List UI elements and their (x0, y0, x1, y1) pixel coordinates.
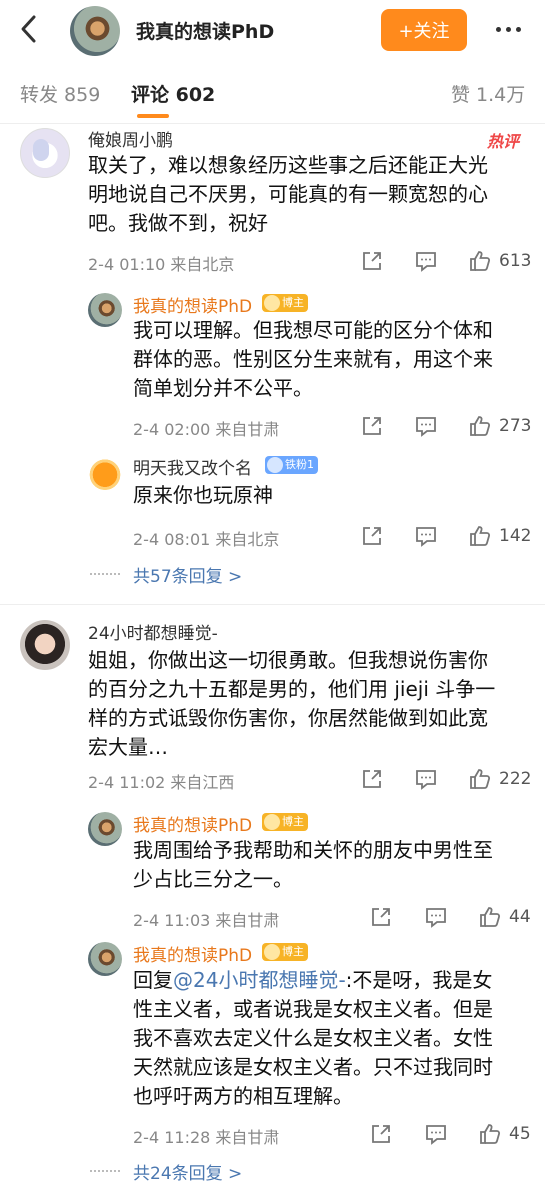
comment-button[interactable] (415, 250, 437, 272)
reply-text: 我周围给予我帮助和关怀的朋友中男性至 少占比三分之一。 (133, 838, 493, 891)
like-button[interactable] (468, 249, 492, 273)
share-icon (363, 527, 381, 545)
reply-username[interactable]: 我真的想读PhD (133, 292, 252, 317)
thread-connector (90, 573, 120, 575)
reply-meta: 2-4 11:28 来自甘肃 (133, 1128, 280, 1147)
tab-bar: 转发 859 评论 602 赞 1.4万 (0, 62, 545, 124)
share-button[interactable] (361, 525, 383, 547)
share-icon (372, 1125, 390, 1143)
thumbs-up-icon (480, 907, 501, 927)
mention-link[interactable]: @24小时都想睡觉- (173, 968, 346, 992)
thread-connector (90, 1170, 120, 1172)
share-button[interactable] (361, 768, 383, 790)
like-button[interactable] (478, 905, 502, 929)
thumbs-up-icon (470, 769, 491, 789)
avatar[interactable] (88, 812, 122, 846)
reply-meta: 2-4 08:01 来自北京 (133, 530, 280, 549)
comment-button[interactable] (415, 415, 437, 437)
comment-icon (416, 252, 436, 272)
like-count: 222 (499, 769, 532, 789)
comment-text: 姐姐，你做出这一切很勇敢。但我想说伤害你 的百分之九十五都是男的，他们用 jie… (88, 648, 496, 759)
share-button[interactable] (361, 250, 383, 272)
like-button[interactable] (468, 524, 492, 548)
tab-likes[interactable]: 赞 1.4万 (451, 80, 525, 107)
comment-username[interactable]: 俺娘周小鹏 (88, 126, 173, 151)
like-count: 613 (499, 251, 532, 271)
comment-icon (416, 417, 436, 437)
comment-meta: 2-4 11:02 来自江西 (88, 773, 235, 792)
comment-text: 取关了，难以想象经历这些事之后还能正大光 明地说自己不厌男，可能真的有一颗宽恕的… (88, 153, 488, 235)
blogger-badge: 博主 (262, 813, 308, 831)
like-button[interactable] (478, 1122, 502, 1146)
reply-username[interactable]: 我真的想读PhD (133, 811, 252, 836)
reply-meta: 2-4 11:03 来自甘肃 (133, 911, 280, 930)
share-icon (372, 908, 390, 926)
avatar[interactable] (88, 942, 122, 976)
reply-meta: 2-4 02:00 来自甘肃 (133, 420, 280, 439)
like-count: 44 (509, 907, 531, 927)
back-button[interactable] (14, 14, 44, 44)
comment-icon (426, 908, 446, 928)
share-button[interactable] (361, 415, 383, 437)
thumbs-up-icon (470, 416, 491, 436)
chevron-left-icon (21, 15, 36, 43)
thumbs-up-icon (480, 1124, 501, 1144)
avatar[interactable] (88, 293, 122, 327)
blogger-badge: 博主 (262, 294, 308, 312)
follow-button[interactable]: +关注 (381, 9, 467, 51)
top-bar: 我真的想读PhD +关注 (0, 0, 545, 62)
comment-button[interactable] (425, 906, 447, 928)
divider (0, 604, 545, 605)
more-dots-icon[interactable] (490, 14, 526, 44)
like-count: 273 (499, 416, 532, 436)
thumbs-up-icon (470, 251, 491, 271)
reply-text: 原来你也玩原神 (133, 483, 273, 507)
more-replies-link[interactable]: 共57条回复 > (133, 562, 242, 587)
avatar[interactable] (88, 456, 122, 490)
fan-badge: 铁粉1 (265, 456, 318, 474)
share-icon (363, 770, 381, 788)
share-button[interactable] (370, 1123, 392, 1145)
comment-icon (416, 527, 436, 547)
profile-avatar[interactable] (70, 6, 120, 56)
reply-text: 回复@24小时都想睡觉-:不是呀，我是女 性主义者，或者说我是女权主义者。但是 … (133, 968, 493, 1108)
like-button[interactable] (468, 767, 492, 791)
more-replies-link[interactable]: 共24条回复 > (133, 1159, 242, 1184)
comment-button[interactable] (415, 768, 437, 790)
share-button[interactable] (370, 906, 392, 928)
page-title[interactable]: 我真的想读PhD (136, 17, 274, 44)
reply-username[interactable]: 我真的想读PhD (133, 941, 252, 966)
like-count: 45 (509, 1124, 531, 1144)
comment-button[interactable] (425, 1123, 447, 1145)
tab-comments[interactable]: 评论 602 (131, 80, 215, 107)
comment-username[interactable]: 24小时都想睡觉- (88, 619, 218, 644)
avatar[interactable] (20, 620, 70, 670)
comment-icon (426, 1125, 446, 1145)
hot-comment-badge: 热评 (487, 132, 520, 151)
tab-reposts[interactable]: 转发 859 (20, 80, 100, 107)
avatar[interactable] (20, 128, 70, 178)
comment-icon (416, 770, 436, 790)
reply-username[interactable]: 明天我又改个名 (133, 454, 252, 479)
like-button[interactable] (468, 414, 492, 438)
like-count: 142 (499, 526, 532, 546)
comment-button[interactable] (415, 525, 437, 547)
blogger-badge: 博主 (262, 943, 308, 961)
active-tab-indicator (137, 114, 169, 118)
comment-meta: 2-4 01:10 来自北京 (88, 255, 235, 274)
reply-text: 我可以理解。但我想尽可能的区分个体和 群体的恶。性别区分生来就有，用这个来 简单… (133, 318, 493, 400)
share-icon (363, 417, 381, 435)
thumbs-up-icon (470, 526, 491, 546)
share-icon (363, 252, 381, 270)
